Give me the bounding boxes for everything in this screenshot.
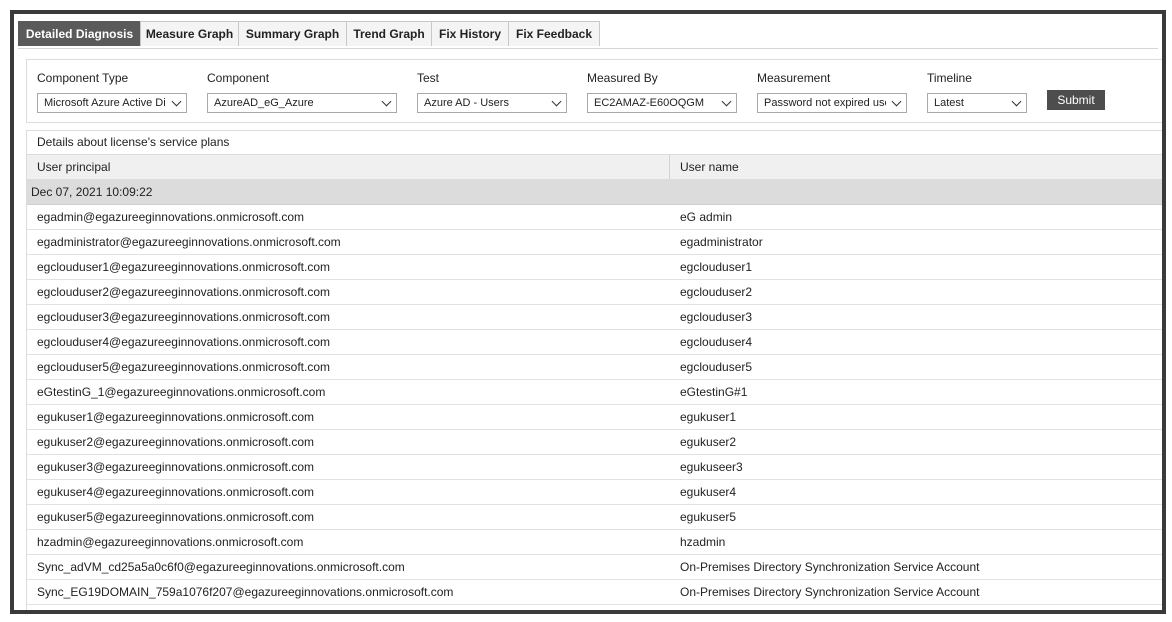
table-row: egclouduser3@egazureeginnovations.onmicr… [27, 305, 1162, 330]
test-label: Test [417, 71, 440, 85]
user-name-cell: egclouduser4 [680, 335, 753, 349]
user-principal-cell: egclouduser2@egazureeginnovations.onmicr… [37, 285, 331, 299]
chevron-down-icon [551, 96, 562, 107]
user-principal-cell: Sync_adVM_cd25a5a0c6f0@egazureeginnovati… [37, 560, 405, 574]
chevron-down-icon [171, 96, 182, 107]
user-name-cell: On-Premises Directory Synchronization Se… [680, 585, 980, 599]
user-principal-cell: egukuser1@egazureeginnovations.onmicroso… [37, 410, 315, 424]
table-row: egukuser3@egazureeginnovations.onmicroso… [27, 455, 1162, 480]
measured-by-select[interactable]: EC2AMAZ-E60OQGM [587, 93, 737, 113]
table-row: egukuser2@egazureeginnovations.onmicroso… [27, 430, 1162, 455]
measured-by-filter: Measured By EC2AMAZ-E60OQGM [587, 70, 737, 113]
table-row: eGtestinG_1@egazureeginnovations.onmicro… [27, 380, 1162, 405]
table-body: egadmin@egazureeginnovations.onmicrosoft… [27, 205, 1162, 605]
user-name-cell: eG admin [680, 210, 733, 224]
user-name-cell: On-Premises Directory Synchronization Se… [680, 560, 980, 574]
table-row: egadmin@egazureeginnovations.onmicrosoft… [27, 205, 1162, 230]
timestamp-group-row: Dec 07, 2021 10:09:22 [27, 180, 1162, 205]
user-name-cell: egukuseer3 [680, 460, 743, 474]
timeline-value: Latest [934, 97, 964, 109]
table-row: egclouduser4@egazureeginnovations.onmicr… [27, 330, 1162, 355]
user-principal-cell: eGtestinG_1@egazureeginnovations.onmicro… [37, 385, 326, 399]
user-principal-cell: hzadmin@egazureeginnovations.onmicrosoft… [37, 535, 304, 549]
table-row: egukuser4@egazureeginnovations.onmicroso… [27, 480, 1162, 505]
table-row: egclouduser5@egazureeginnovations.onmicr… [27, 355, 1162, 380]
component-type-label: Component Type [37, 71, 129, 85]
user-name-cell: egukuser4 [680, 485, 737, 499]
measured-by-value: EC2AMAZ-E60OQGM [594, 97, 705, 109]
table-header: User principal User name [27, 154, 1162, 180]
user-principal-cell: egadmin@egazureeginnovations.onmicrosoft… [37, 210, 304, 224]
user-name-cell: hzadmin [680, 535, 726, 549]
component-value: AzureAD_eG_Azure [214, 97, 314, 109]
column-divider [669, 155, 670, 179]
table-row: egukuser5@egazureeginnovations.onmicroso… [27, 505, 1162, 530]
timeline-filter: Timeline Latest [927, 70, 1027, 113]
table-caption: Details about license's service plans [37, 135, 230, 149]
component-select[interactable]: AzureAD_eG_Azure [207, 93, 397, 113]
tab-trend-graph[interactable]: Trend Graph [346, 21, 432, 46]
tab-bar: Detailed Diagnosis Measure Graph Summary… [18, 21, 1158, 49]
test-value: Azure AD - Users [424, 97, 509, 109]
user-principal-cell: Sync_EG19DOMAIN_759a1076f207@egazureegin… [37, 585, 454, 599]
chevron-down-icon [721, 96, 732, 107]
user-principal-cell: egukuser5@egazureeginnovations.onmicroso… [37, 510, 315, 524]
table-row: egclouduser1@egazureeginnovations.onmicr… [27, 255, 1162, 280]
table-row: hzadmin@egazureeginnovations.onmicrosoft… [27, 530, 1162, 555]
user-name-cell: egukuser2 [680, 435, 737, 449]
measured-by-label: Measured By [587, 71, 658, 85]
component-type-filter: Component Type Microsoft Azure Active Di… [37, 70, 187, 113]
user-principal-cell: egclouduser5@egazureeginnovations.onmicr… [37, 360, 331, 374]
user-name-cell: egclouduser2 [680, 285, 753, 299]
user-principal-cell: egclouduser1@egazureeginnovations.onmicr… [37, 260, 331, 274]
tab-measure-graph[interactable]: Measure Graph [140, 21, 239, 46]
tab-detailed-diagnosis[interactable]: Detailed Diagnosis [18, 21, 141, 46]
app-frame: Detailed Diagnosis Measure Graph Summary… [10, 10, 1166, 614]
component-label: Component [207, 71, 270, 85]
user-principal-cell: egadministrator@egazureeginnovations.onm… [37, 235, 341, 249]
user-name-cell: egadministrator [680, 235, 763, 249]
component-type-select[interactable]: Microsoft Azure Active Directory [37, 93, 187, 113]
component-filter: Component AzureAD_eG_Azure [207, 70, 397, 113]
table-row: egukuser1@egazureeginnovations.onmicroso… [27, 405, 1162, 430]
tab-summary-graph[interactable]: Summary Graph [238, 21, 347, 46]
column-header-user-principal[interactable]: User principal [37, 155, 110, 179]
test-select[interactable]: Azure AD - Users [417, 93, 567, 113]
table-row: egclouduser2@egazureeginnovations.onmicr… [27, 280, 1162, 305]
user-principal-cell: egukuser4@egazureeginnovations.onmicroso… [37, 485, 315, 499]
timeline-select[interactable]: Latest [927, 93, 1027, 113]
table-row: Sync_EG19DOMAIN_759a1076f207@egazureegin… [27, 580, 1162, 605]
user-name-cell: eGtestinG#1 [680, 385, 748, 399]
user-name-cell: egukuser5 [680, 510, 737, 524]
measurement-filter: Measurement Password not expired users [757, 70, 907, 113]
user-name-cell: egclouduser3 [680, 310, 753, 324]
filter-bar: Component Type Microsoft Azure Active Di… [26, 59, 1162, 123]
column-header-user-name[interactable]: User name [680, 155, 739, 179]
chevron-down-icon [381, 96, 392, 107]
measurement-label: Measurement [757, 71, 831, 85]
tab-fix-feedback[interactable]: Fix Feedback [508, 21, 600, 46]
chevron-down-icon [891, 96, 902, 107]
user-principal-cell: egukuser2@egazureeginnovations.onmicroso… [37, 435, 315, 449]
user-name-cell: egclouduser1 [680, 260, 753, 274]
submit-button[interactable]: Submit [1047, 90, 1105, 110]
user-name-cell: egukuser1 [680, 410, 737, 424]
tab-fix-history[interactable]: Fix History [431, 21, 509, 46]
test-filter: Test Azure AD - Users [417, 70, 567, 113]
user-name-cell: egclouduser5 [680, 360, 753, 374]
timeline-label: Timeline [927, 71, 972, 85]
chevron-down-icon [1011, 96, 1022, 107]
table-row: egadministrator@egazureeginnovations.onm… [27, 230, 1162, 255]
user-principal-cell: egclouduser3@egazureeginnovations.onmicr… [37, 310, 331, 324]
component-type-value: Microsoft Azure Active Directory [44, 97, 166, 109]
measurement-value: Password not expired users [764, 97, 886, 109]
table-row: Sync_adVM_cd25a5a0c6f0@egazureeginnovati… [27, 555, 1162, 580]
user-principal-cell: egclouduser4@egazureeginnovations.onmicr… [37, 335, 331, 349]
details-table: Details about license's service plans Us… [26, 130, 1162, 610]
measurement-select[interactable]: Password not expired users [757, 93, 907, 113]
user-principal-cell: egukuser3@egazureeginnovations.onmicroso… [37, 460, 315, 474]
